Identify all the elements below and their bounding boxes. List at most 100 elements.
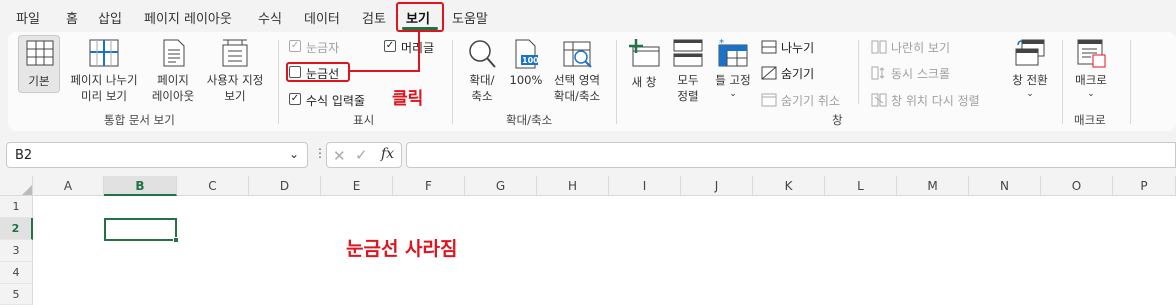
zoom-button[interactable]: 확대/ 축소 xyxy=(462,35,502,105)
normal-view-button[interactable]: 기본 xyxy=(18,35,60,93)
headings-checkbox[interactable]: ✓ xyxy=(384,40,396,52)
annotation-connector-vertical xyxy=(418,32,420,72)
ruler-checkbox[interactable]: ✓ xyxy=(289,40,301,52)
menu-data[interactable]: 데이터 xyxy=(304,8,340,27)
menu-insert[interactable]: 삽입 xyxy=(98,8,122,27)
column-header[interactable]: K xyxy=(753,176,825,196)
menu-file[interactable]: 파일 xyxy=(16,8,40,27)
switch-windows-label: 창 전환 xyxy=(1012,73,1048,87)
arrange-all-button[interactable]: 모두 정렬 xyxy=(668,35,708,105)
new-window-button[interactable]: 새 창 xyxy=(622,35,666,95)
custom-views-button[interactable]: 사용자 지정 보기 xyxy=(200,35,270,105)
name-box[interactable]: B2 ⌄ xyxy=(6,142,308,168)
unhide-button[interactable]: 숨기기 취소 xyxy=(781,92,840,109)
split-button[interactable]: 나누기 xyxy=(781,39,814,56)
name-box-chevron-down-icon[interactable]: ⌄ xyxy=(289,147,299,161)
page-layout-view-button[interactable]: 페이지 레이아웃 xyxy=(146,35,200,105)
reset-position-icon xyxy=(871,93,887,107)
group-label-workbook-views: 통합 문서 보기 xyxy=(104,113,175,127)
zoom-100-label: 100% xyxy=(509,73,543,87)
group-label-window: 창 xyxy=(832,113,843,127)
arrange-all-label-2: 정렬 xyxy=(677,89,699,103)
menu-formulas[interactable]: 수식 xyxy=(258,8,282,27)
insert-function-icon[interactable]: fx xyxy=(381,146,394,162)
zoom-selection-label-2: 확대/축소 xyxy=(553,89,601,103)
reset-position-button[interactable]: 창 위치 다시 정렬 xyxy=(891,92,980,109)
page-break-preview-button[interactable]: 페이지 나누기 미리 보기 xyxy=(64,35,144,105)
macros-button[interactable]: 매크로 ⌄ xyxy=(1068,35,1114,105)
unhide-icon xyxy=(761,93,777,107)
group-label-show: 표시 xyxy=(353,113,375,127)
magnifier-icon xyxy=(468,39,496,69)
hide-icon xyxy=(761,66,777,80)
spreadsheet-grid: A B C D E F G H I J K L M N O P 1 2 3 4 … xyxy=(0,176,1176,305)
row-header[interactable]: 4 xyxy=(0,262,33,284)
column-header[interactable]: D xyxy=(249,176,321,196)
normal-grid-icon xyxy=(26,40,54,66)
zoom-100-button[interactable]: 100 100% xyxy=(508,35,544,105)
zoom-selection-label-1: 선택 영역 xyxy=(554,73,600,87)
selected-cell-b2[interactable] xyxy=(104,218,177,241)
menu-page-layout[interactable]: 페이지 레이아웃 xyxy=(144,8,232,27)
enter-check-icon[interactable]: ✓ xyxy=(355,146,368,164)
row-header[interactable]: 1 xyxy=(0,196,33,218)
freeze-panes-label: 틀 고정 xyxy=(715,73,751,87)
row-header[interactable]: 3 xyxy=(0,240,33,262)
menu-review[interactable]: 검토 xyxy=(362,8,386,27)
formula-bar-label: 수식 입력줄 xyxy=(306,94,366,108)
menu-help[interactable]: 도움말 xyxy=(452,8,488,27)
side-by-side-icon xyxy=(871,40,887,54)
custom-views-label-1: 사용자 지정 xyxy=(206,73,264,87)
page-layout-label-1: 페이지 xyxy=(157,73,189,87)
column-header[interactable]: C xyxy=(177,176,249,196)
menu-bar: 파일 홈 삽입 페이지 레이아웃 수식 데이터 검토 보기 도움말 xyxy=(0,0,1176,32)
annotation-click: 클릭 xyxy=(392,89,424,109)
zoom-selection-button[interactable]: 선택 영역 확대/축소 xyxy=(546,35,608,105)
annotation-connector-horizontal xyxy=(350,70,420,72)
separator xyxy=(616,40,617,124)
group-label-zoom: 확대/축소 xyxy=(506,113,553,127)
switch-chevron-down-icon: ⌄ xyxy=(1026,89,1034,99)
formula-bar-checkbox[interactable]: ✓ xyxy=(289,93,301,105)
row-header[interactable]: 5 xyxy=(0,284,33,305)
separator xyxy=(278,40,279,124)
column-header[interactable]: A xyxy=(33,176,104,196)
row-header-selected[interactable]: 2 xyxy=(0,218,33,240)
zoom-selection-icon xyxy=(563,39,593,69)
formula-input[interactable] xyxy=(406,142,1176,168)
page-break-label-2: 미리 보기 xyxy=(81,89,127,103)
formula-actions: ✕ ✓ fx xyxy=(326,142,402,168)
ruler-label: 눈금자 xyxy=(306,41,340,55)
column-header[interactable]: F xyxy=(393,176,465,196)
column-header[interactable]: N xyxy=(969,176,1041,196)
column-header[interactable]: H xyxy=(537,176,609,196)
macros-chevron-down-icon: ⌄ xyxy=(1087,89,1095,99)
switch-windows-button[interactable]: 창 전환 ⌄ xyxy=(1006,35,1054,105)
column-header[interactable]: P xyxy=(1113,176,1176,196)
macros-label: 매크로 xyxy=(1075,73,1107,87)
ribbon: 기본 페이지 나누기 미리 보기 페이지 레이아웃 사용자 지정 보기 통합 문… xyxy=(8,32,1176,131)
zoom-100-badge: 100 xyxy=(522,56,539,65)
menu-home[interactable]: 홈 xyxy=(66,8,78,27)
column-header[interactable]: L xyxy=(825,176,897,196)
highlight-view-tab xyxy=(396,2,444,32)
freeze-panes-button[interactable]: * 틀 고정 ⌄ xyxy=(710,35,756,105)
formula-bar: B2 ⌄ ⋮ ✕ ✓ fx xyxy=(0,140,1176,170)
column-header-selected[interactable]: B xyxy=(104,176,177,196)
switch-windows-icon xyxy=(1014,39,1046,67)
column-header[interactable]: I xyxy=(609,176,681,196)
hide-button[interactable]: 숨기기 xyxy=(781,65,814,82)
column-header[interactable]: M xyxy=(897,176,969,196)
column-header[interactable]: J xyxy=(681,176,753,196)
side-by-side-button[interactable]: 나란히 보기 xyxy=(891,39,950,56)
more-options-icon[interactable]: ⋮ xyxy=(314,146,326,160)
column-header[interactable]: O xyxy=(1041,176,1113,196)
column-header[interactable]: G xyxy=(465,176,537,196)
name-box-value: B2 xyxy=(15,148,33,163)
cancel-icon[interactable]: ✕ xyxy=(333,147,346,165)
fill-handle[interactable] xyxy=(173,237,179,243)
new-window-icon xyxy=(628,39,660,67)
new-window-label: 새 창 xyxy=(631,75,657,89)
column-header[interactable]: E xyxy=(321,176,393,196)
sync-scroll-button[interactable]: 동시 스크롤 xyxy=(891,65,950,82)
